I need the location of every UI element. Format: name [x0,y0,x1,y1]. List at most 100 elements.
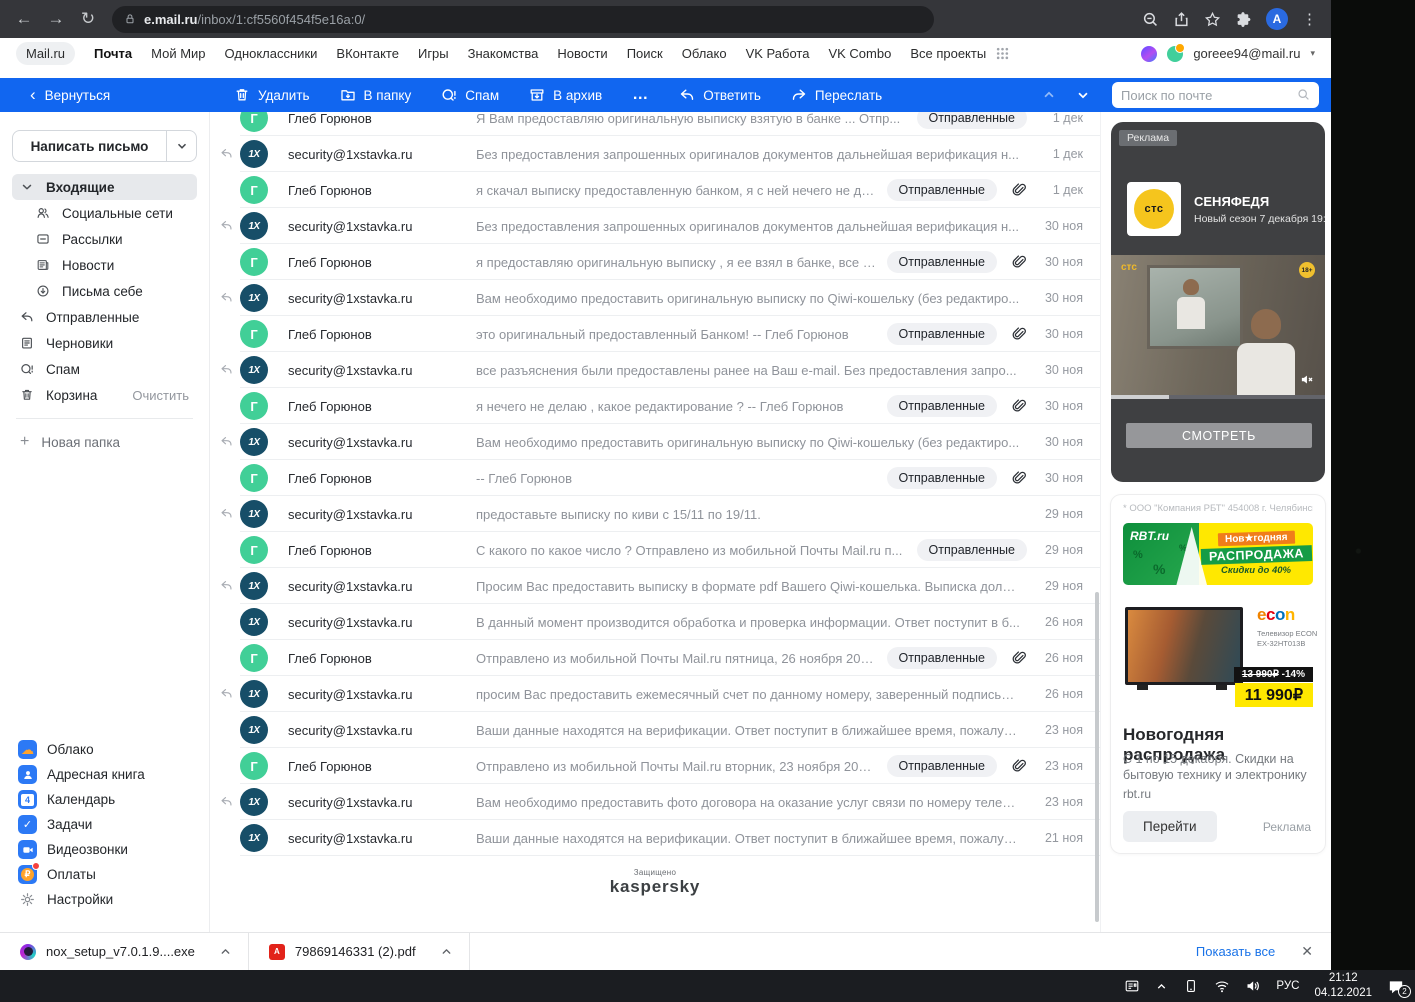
all-projects-grid-icon[interactable] [996,47,1009,60]
email-row[interactable]: 1Xsecurity@1xstavka.ruВ данный момент пр… [210,604,1100,640]
sidebar-folder-0[interactable]: Входящие [12,174,197,200]
email-row[interactable]: 1Xsecurity@1xstavka.ruПросим Вас предост… [210,568,1100,604]
nav-item-7[interactable]: Новости [557,46,607,61]
status-icon[interactable] [1167,46,1183,62]
wifi-icon[interactable] [1214,978,1230,994]
nav-item-9[interactable]: Облако [682,46,727,61]
sidebar-folder-8[interactable]: КорзинаОчистить [12,382,197,408]
sidebar-app-cloud[interactable]: ☁Облако [12,737,197,762]
device-icon[interactable] [1183,978,1199,994]
clear-trash-button[interactable]: Очистить [132,388,189,403]
email-row[interactable]: 1Xsecurity@1xstavka.ruВам необходимо пре… [210,424,1100,460]
nav-item-12[interactable]: Все проекты [910,46,986,61]
email-row[interactable]: ГГлеб Горюновя предоставляю оригинальную… [210,244,1100,280]
hidden-icons-chevron[interactable] [1155,980,1168,993]
sidebar-app-contacts[interactable]: Адресная книга [12,762,197,787]
sidebar-folder-4[interactable]: Письма себе [12,278,197,304]
nav-item-11[interactable]: VK Combo [828,46,891,61]
email-row[interactable]: ГГлеб ГорюновС какого по какое число ? О… [210,532,1100,568]
email-row[interactable]: ГГлеб ГорюновЯ Вам предоставляю оригинал… [210,112,1100,136]
download-item-1[interactable]: A79869146331 (2).pdf [249,933,470,970]
extensions-icon[interactable] [1235,11,1252,28]
ad-card-rbt[interactable]: * ООО "Компания РБТ" 454008 г. Челябинск… [1111,495,1325,853]
sidebar-app-calendar[interactable]: 4Календарь [12,787,197,812]
show-all-downloads[interactable]: Показать все [1196,944,1275,959]
sidebar-app-tasks[interactable]: ✓Задачи [12,812,197,837]
browser-profile-avatar[interactable]: A [1266,8,1288,30]
bookmark-star-icon[interactable] [1204,11,1221,28]
notification-center-icon[interactable]: 2 [1387,978,1405,994]
compose-button[interactable]: Написать письмо [12,130,197,162]
download-options-chevron[interactable] [219,945,232,958]
ad-video[interactable]: стс 18+ [1111,255,1325,395]
taskbar-clock[interactable]: 21:12 04.12.2021 [1314,971,1372,1001]
video-progress-bar[interactable] [1111,395,1325,399]
account-email[interactable]: goreee94@mail.ru [1193,46,1300,61]
email-row[interactable]: ГГлеб Горюновя нечего не делаю , какое р… [210,388,1100,424]
toolbar-spam-button[interactable]: Спам [441,87,499,103]
forward-icon[interactable]: → [42,9,70,29]
email-row[interactable]: 1Xsecurity@1xstavka.ruпредоставьте выпис… [210,496,1100,532]
app-icon-gradient[interactable] [1141,46,1157,62]
email-row[interactable]: ГГлеб Горюновэто оригинальный предоставл… [210,316,1100,352]
download-options-chevron[interactable] [440,945,453,958]
nav-item-2[interactable]: Мой Мир [151,46,205,61]
download-item-0[interactable]: nox_setup_v7.0.1.9....exe [0,933,249,970]
watch-button[interactable]: СМОТРЕТЬ [1126,423,1312,448]
toolbar-dots-button[interactable]: … [632,86,649,104]
address-bar[interactable]: e.mail.ru/inbox/1:cf5560f454f5e16a:0/ [112,6,934,33]
news-widget-icon[interactable] [1124,978,1140,994]
nav-item-3[interactable]: Одноклассники [225,46,318,61]
nav-item-4[interactable]: ВКонтакте [336,46,399,61]
toolbar-trash-button[interactable]: Удалить [234,87,310,103]
nav-item-0[interactable]: Mail.ru [16,42,75,65]
next-message-icon[interactable] [1076,88,1090,102]
email-row[interactable]: 1Xsecurity@1xstavka.ruВаши данные находя… [210,712,1100,748]
volume-icon[interactable] [1245,978,1261,994]
reload-icon[interactable]: ↻ [74,9,102,29]
sidebar-app-video[interactable]: Видеозвонки [12,837,197,862]
email-row[interactable]: ГГлеб Горюновя скачал выписку предоставл… [210,172,1100,208]
mute-icon[interactable] [1300,372,1315,387]
ad-card-cts[interactable]: Реклама стс СЕНЯФЕДЯ Новый сезон 7 декаб… [1111,122,1325,482]
sidebar-folder-6[interactable]: Черновики [12,330,197,356]
email-row[interactable]: 1Xsecurity@1xstavka.ruБез предоставления… [210,208,1100,244]
mail-search-input[interactable] [1121,88,1297,103]
toolbar-forward-button[interactable]: Переслать [791,87,882,103]
email-row[interactable]: ГГлеб ГорюновОтправлено из мобильной Поч… [210,640,1100,676]
account-caret-icon[interactable]: ▾ [1310,48,1315,59]
toolbar-folder-button[interactable]: В папку [340,87,412,103]
toolbar-reply-button[interactable]: Ответить [679,87,761,103]
sidebar-app-gear[interactable]: Настройки [12,887,197,912]
sidebar-folder-3[interactable]: Новости [12,252,197,278]
prev-message-icon[interactable] [1042,88,1056,102]
close-downloads-icon[interactable]: ✕ [1301,943,1313,960]
email-row[interactable]: ГГлеб Горюнов-- Глеб ГорюновОтправленные… [210,460,1100,496]
email-row[interactable]: 1Xsecurity@1xstavka.ruвсе разъяснения бы… [210,352,1100,388]
sidebar-folder-5[interactable]: Отправленные [12,304,197,330]
email-row[interactable]: 1Xsecurity@1xstavka.ruпросим Вас предост… [210,676,1100,712]
nav-item-8[interactable]: Поиск [627,46,663,61]
back-to-list-button[interactable]: ‹ Вернуться [0,88,212,103]
email-row[interactable]: 1Xsecurity@1xstavka.ruВам необходимо пре… [210,280,1100,316]
nav-item-1[interactable]: Почта [94,46,132,61]
sidebar-app-payments[interactable]: ₽Оплаты [12,862,197,887]
sidebar-folder-1[interactable]: Социальные сети [12,200,197,226]
scrollbar[interactable] [1095,592,1099,922]
share-icon[interactable] [1173,11,1190,28]
nav-item-10[interactable]: VK Работа [746,46,810,61]
nav-item-6[interactable]: Знакомства [468,46,539,61]
sidebar-folder-7[interactable]: Спам [12,356,197,382]
back-icon[interactable]: ← [10,9,38,29]
zoom-icon[interactable] [1142,11,1159,28]
go-button[interactable]: Перейти [1123,811,1217,842]
new-folder-button[interactable]: + Новая папка [12,429,197,455]
email-row[interactable]: 1Xsecurity@1xstavka.ruВаши данные находя… [210,820,1100,856]
email-row[interactable]: ГГлеб ГорюновОтправлено из мобильной Поч… [210,748,1100,784]
sidebar-folder-2[interactable]: Рассылки [12,226,197,252]
compose-options-caret-icon[interactable] [166,131,196,161]
toolbar-archive-button[interactable]: В архив [529,87,602,103]
language-indicator[interactable]: РУС [1276,980,1299,992]
nav-item-5[interactable]: Игры [418,46,449,61]
browser-menu-icon[interactable]: ⋮ [1302,10,1317,28]
